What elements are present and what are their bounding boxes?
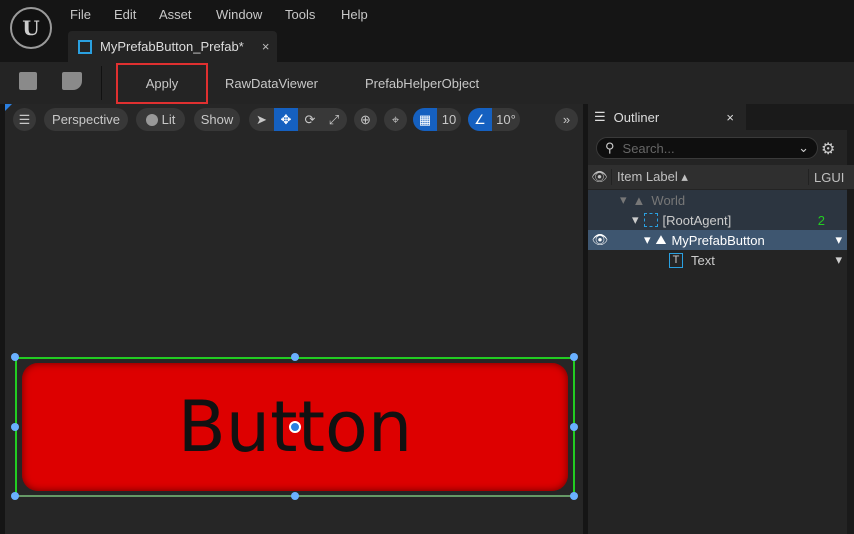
root-agent-icon	[643, 213, 658, 227]
outliner-row-text[interactable]: T Text ▾	[588, 250, 847, 270]
viewport-corner-marker	[5, 104, 12, 111]
save-icon[interactable]	[19, 72, 37, 90]
chevron-down-icon[interactable]: ⌄	[798, 140, 809, 156]
outliner-row-rootagent[interactable]: ▾ [RootAgent] 2	[588, 210, 847, 230]
tab-prefab[interactable]: MyPrefabButton_Prefab* ×	[68, 31, 277, 62]
apply-button[interactable]: Apply	[116, 63, 208, 104]
rotate-icon[interactable]: ⟳	[298, 112, 322, 128]
outliner-row-myprefabbutton[interactable]: 👁 ▾ ⛰ MyPrefabButton ▾	[588, 230, 847, 250]
resize-handle[interactable]	[11, 353, 19, 361]
resize-handle[interactable]	[570, 423, 578, 431]
grid-size: 10	[441, 112, 457, 127]
lgui-badge: 2	[817, 212, 825, 228]
item-label-column[interactable]: Item Label ▴	[612, 169, 809, 185]
grid-snap[interactable]: ▦ 10	[413, 108, 461, 131]
expand-arrow[interactable]: ▾	[644, 232, 651, 248]
item-label-header: Item Label	[617, 169, 678, 184]
resize-handle[interactable]	[11, 423, 19, 431]
world-icon: ▲	[632, 192, 646, 208]
row-label: MyPrefabButton	[671, 232, 765, 248]
row-dropdown-icon[interactable]: ▾	[835, 232, 842, 248]
tab-title: MyPrefabButton_Prefab*	[100, 39, 244, 54]
search-icon: ⚲	[605, 140, 615, 155]
apply-label: Apply	[145, 76, 179, 91]
visibility-eye-icon[interactable]: 👁	[588, 232, 612, 248]
outliner-icon: ☰	[594, 109, 606, 124]
transform-tools: ➤ ✥ ⟳ ⤢	[249, 108, 347, 131]
perspective-button[interactable]: Perspective	[44, 108, 128, 131]
pivot-handle[interactable]	[289, 421, 301, 433]
row-label: Text	[691, 252, 715, 268]
grid-icon: ▦	[413, 108, 437, 131]
lgui-column-header[interactable]: LGUI	[809, 170, 844, 185]
select-arrow-icon[interactable]: ➤	[249, 112, 274, 128]
unreal-logo: U	[10, 7, 52, 49]
rotation-snap[interactable]: ∠ 10°	[468, 108, 520, 131]
resize-handle[interactable]	[570, 492, 578, 500]
menu-file[interactable]: File	[70, 7, 91, 22]
resize-handle[interactable]	[291, 353, 299, 361]
visibility-column-eye-icon[interactable]: 👁	[588, 169, 612, 185]
show-button[interactable]: Show	[194, 108, 240, 131]
outliner-search-input[interactable]: ⚲ Search... ⌄	[596, 137, 818, 159]
prefab-icon	[78, 39, 92, 54]
scale-icon[interactable]: ⤢	[322, 112, 346, 128]
more-options-icon[interactable]: »	[555, 108, 578, 131]
outliner-tab[interactable]: ☰ Outliner ×	[588, 104, 746, 130]
angle-value: 10°	[496, 112, 516, 127]
prefab-helper-object-button[interactable]: PrefabHelperObject	[365, 62, 479, 104]
menu-edit[interactable]: Edit	[114, 7, 136, 22]
angle-icon: ∠	[468, 108, 492, 131]
raw-data-viewer-button[interactable]: RawDataViewer	[225, 62, 318, 104]
menu-help[interactable]: Help	[341, 7, 368, 22]
world-local-icon[interactable]: ⊕	[354, 108, 377, 131]
menu-window[interactable]: Window	[216, 7, 262, 22]
lit-sphere-icon	[145, 113, 158, 126]
lit-button[interactable]: Lit	[136, 108, 185, 131]
outliner-row-world[interactable]: ▾ ▲ World	[588, 190, 847, 210]
outliner-close-icon[interactable]: ×	[726, 110, 734, 125]
outliner-title: Outliner	[613, 109, 660, 125]
resize-handle[interactable]	[11, 492, 19, 500]
resize-handle[interactable]	[291, 492, 299, 500]
viewport-menu-icon[interactable]: ☰	[13, 108, 36, 131]
search-placeholder: Search...	[622, 140, 675, 156]
row-label: [RootAgent]	[662, 212, 732, 228]
settings-gear-icon[interactable]: ⚙	[821, 139, 835, 159]
row-label: World	[651, 192, 686, 208]
surface-snap-icon[interactable]: ⌖	[384, 108, 407, 131]
move-icon[interactable]: ✥	[274, 108, 298, 131]
toolbar-divider	[101, 66, 102, 100]
lit-label: Lit	[161, 112, 176, 127]
text-icon: T	[669, 252, 683, 268]
browse-folder-icon[interactable]	[62, 72, 82, 90]
row-dropdown-icon[interactable]: ▾	[835, 252, 842, 268]
image-icon: ⛰	[655, 232, 667, 247]
menu-tools[interactable]: Tools	[285, 7, 315, 22]
outliner-header: 👁 Item Label ▴ LGUI	[588, 165, 854, 189]
tab-close-icon[interactable]: ×	[262, 39, 270, 54]
resize-handle[interactable]	[570, 353, 578, 361]
menu-asset[interactable]: Asset	[159, 7, 192, 22]
